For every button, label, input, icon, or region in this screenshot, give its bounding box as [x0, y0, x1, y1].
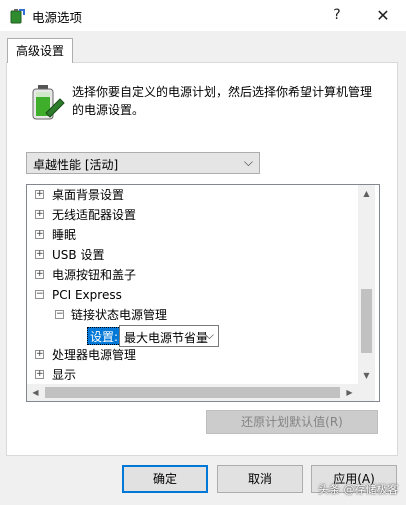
- tree-item-label: PCI Express: [52, 288, 122, 302]
- tree-item-label: 处理器电源管理: [52, 348, 137, 362]
- scroll-down-icon[interactable]: ▼: [358, 367, 375, 384]
- horizontal-scroll-thumb[interactable]: [45, 387, 340, 398]
- tree-item-label: 睡眠: [52, 228, 77, 242]
- scroll-corner: [358, 384, 375, 401]
- setting-label[interactable]: 设置:: [87, 327, 122, 345]
- close-icon: ✕: [376, 6, 390, 25]
- power-options-icon: [10, 9, 25, 24]
- tree-item-label: 桌面背景设置: [52, 188, 125, 202]
- help-icon: ?: [333, 7, 341, 23]
- power-plan-select[interactable]: 卓越性能 [活动] ⌵: [26, 152, 260, 174]
- tab-advanced-settings[interactable]: 高级设置: [7, 38, 73, 63]
- close-button[interactable]: ✕: [360, 0, 406, 31]
- tree-item-label: 无线适配器设置: [52, 208, 137, 222]
- power-plan-value: 卓越性能 [活动]: [33, 158, 119, 172]
- expand-icon[interactable]: +: [35, 230, 44, 239]
- horizontal-scrollbar[interactable]: ◀ ▶: [27, 384, 358, 401]
- expand-icon[interactable]: +: [35, 190, 44, 199]
- vertical-scrollbar[interactable]: ▲ ▼: [358, 185, 375, 384]
- window-title: 电源选项: [32, 10, 83, 25]
- setting-value-select[interactable]: 最大电源节省量 ⌵: [119, 325, 219, 347]
- collapse-icon[interactable]: −: [35, 290, 44, 299]
- battery-icon: [32, 85, 65, 120]
- setting-value: 最大电源节省量: [124, 331, 209, 345]
- expand-icon[interactable]: +: [35, 250, 44, 259]
- scroll-left-icon[interactable]: ◀: [27, 384, 44, 401]
- chevron-down-icon: ⌵: [243, 155, 253, 169]
- tree-item-label: 电源按钮和盖子: [52, 268, 137, 282]
- description-text: 选择你要自定义的电源计划，然后选择你希望计算机管理的电源设置。: [72, 85, 373, 117]
- tree-item-label: USB 设置: [52, 248, 105, 262]
- settings-tree[interactable]: + 桌面背景设置 + 无线适配器设置 + 睡眠 + USB 设置 + 电源按钮和…: [26, 184, 380, 402]
- watermark: 头条 @存储极客: [318, 483, 399, 496]
- cancel-button[interactable]: 取消: [217, 465, 303, 493]
- title-bar: 电源选项 ? ✕: [0, 0, 406, 31]
- restore-defaults-button[interactable]: 还原计划默认值(R): [206, 410, 378, 434]
- collapse-icon[interactable]: −: [55, 310, 64, 319]
- ok-button[interactable]: 确定: [122, 465, 208, 493]
- expand-icon[interactable]: +: [35, 210, 44, 219]
- tree-item-label: 链接状态电源管理: [71, 308, 168, 322]
- chevron-down-icon: ⌵: [204, 328, 214, 342]
- vertical-scroll-thumb[interactable]: [361, 289, 372, 353]
- expand-icon[interactable]: +: [35, 370, 44, 379]
- help-button[interactable]: ?: [314, 0, 360, 31]
- scroll-right-icon[interactable]: ▶: [341, 384, 358, 401]
- tree-item-label: 显示: [52, 368, 77, 382]
- expand-icon[interactable]: +: [35, 270, 44, 279]
- scroll-up-icon[interactable]: ▲: [358, 185, 375, 202]
- expand-icon[interactable]: +: [35, 350, 44, 359]
